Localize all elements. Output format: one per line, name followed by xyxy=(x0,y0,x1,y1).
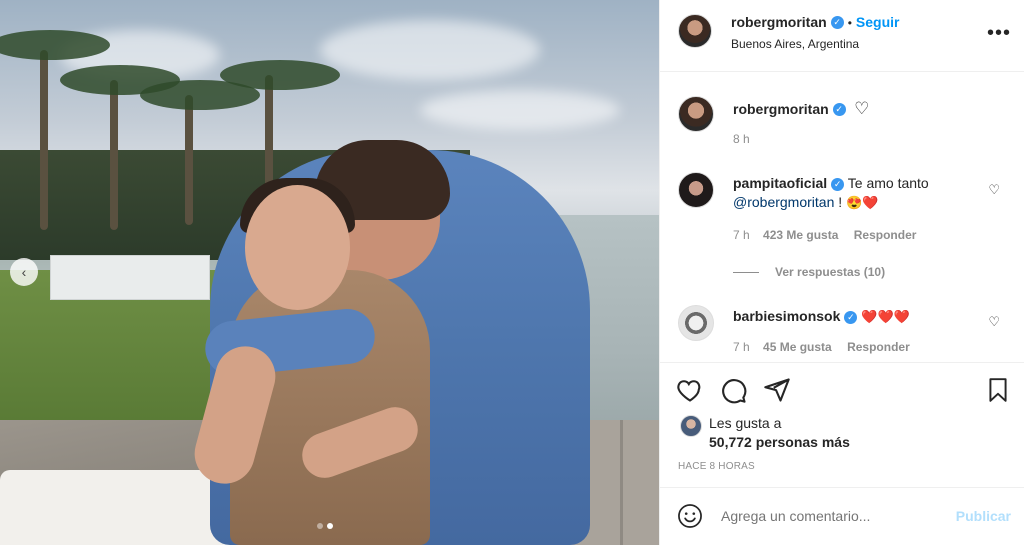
action-bar xyxy=(660,362,1024,417)
verified-badge-icon: ✓ xyxy=(831,177,845,191)
post-timestamp[interactable]: HACE 8 HORAS xyxy=(678,461,755,472)
more-options-icon[interactable]: ••• xyxy=(987,22,1011,45)
view-replies-button[interactable]: Ver respuestas (10) xyxy=(775,265,885,279)
comment-likes[interactable]: 423 Me gusta xyxy=(763,228,838,242)
woman-head xyxy=(245,185,350,310)
likes-prefix: Les gusta a xyxy=(709,415,782,431)
share-paper-plane-icon[interactable] xyxy=(763,376,791,404)
post-sidebar: robergmoritan ✓ • Seguir Buenos Aires, Arge… xyxy=(659,0,1024,545)
comment-username[interactable]: barbiesimonsok xyxy=(733,308,840,324)
palm-trunk xyxy=(110,80,118,230)
likes-count[interactable]: 50,772 personas más xyxy=(709,434,850,450)
comment-bubble-icon[interactable] xyxy=(720,376,748,404)
mention-link[interactable]: @robergmoritan xyxy=(733,194,834,210)
avatar[interactable] xyxy=(678,172,714,208)
reply-button[interactable]: Responder xyxy=(847,340,910,354)
palm-trunk xyxy=(185,95,193,225)
replies-line xyxy=(733,272,759,274)
comment-input[interactable] xyxy=(721,508,941,524)
like-heart-icon[interactable] xyxy=(676,376,704,404)
carousel-dot xyxy=(317,523,323,529)
avatar[interactable] xyxy=(678,305,714,341)
avatar[interactable] xyxy=(678,14,712,48)
save-bookmark-icon[interactable] xyxy=(985,376,1011,404)
palm-frond xyxy=(220,60,340,90)
verified-badge-icon: ✓ xyxy=(844,310,858,324)
follow-button[interactable]: Seguir xyxy=(856,14,900,30)
comment-suffix: ! xyxy=(834,194,843,210)
chevron-left-icon: ‹ xyxy=(21,264,27,280)
post-photo[interactable]: ‹ xyxy=(0,0,659,545)
username-link[interactable]: robergmoritan xyxy=(731,14,827,30)
emoji-text: ❤️❤️❤️ xyxy=(861,309,910,324)
comment-box: Publicar xyxy=(660,487,1024,545)
comment-like-icon[interactable]: ♡ xyxy=(988,182,1000,198)
reply-button[interactable]: Responder xyxy=(854,228,917,242)
comment-text: Te amo tanto xyxy=(847,175,929,191)
pool xyxy=(50,255,210,300)
comment-time[interactable]: 7 h xyxy=(733,340,750,354)
caption-username[interactable]: robergmoritan xyxy=(733,101,829,117)
post-header: robergmoritan ✓ • Seguir Buenos Aires, Arge… xyxy=(660,0,1024,72)
separator: • xyxy=(847,16,852,30)
verified-badge-icon: ✓ xyxy=(832,103,846,117)
cloud xyxy=(320,20,540,80)
cloud xyxy=(420,90,620,130)
comment-time[interactable]: 7 h xyxy=(733,228,750,242)
heart-icon[interactable]: ♡ xyxy=(854,99,869,118)
verified-badge-icon: ✓ xyxy=(830,16,844,30)
palm-trunk xyxy=(40,50,48,230)
location-link[interactable]: Buenos Aires, Argentina xyxy=(731,37,859,51)
emoji-smiley-icon[interactable] xyxy=(677,503,703,529)
carousel-indicator xyxy=(317,523,333,529)
comment-like-icon[interactable]: ♡ xyxy=(988,314,1000,330)
caption-time[interactable]: 8 h xyxy=(733,132,750,146)
publish-button[interactable]: Publicar xyxy=(956,508,1011,524)
comment-username[interactable]: pampitaoficial xyxy=(733,175,827,191)
avatar[interactable] xyxy=(678,96,714,132)
comment-likes[interactable]: 45 Me gusta xyxy=(763,340,832,354)
avatar[interactable] xyxy=(680,415,702,437)
emoji-text: 😍❤️ xyxy=(846,195,879,210)
previous-slide-button[interactable]: ‹ xyxy=(10,258,38,286)
carousel-dot-active xyxy=(327,523,333,529)
